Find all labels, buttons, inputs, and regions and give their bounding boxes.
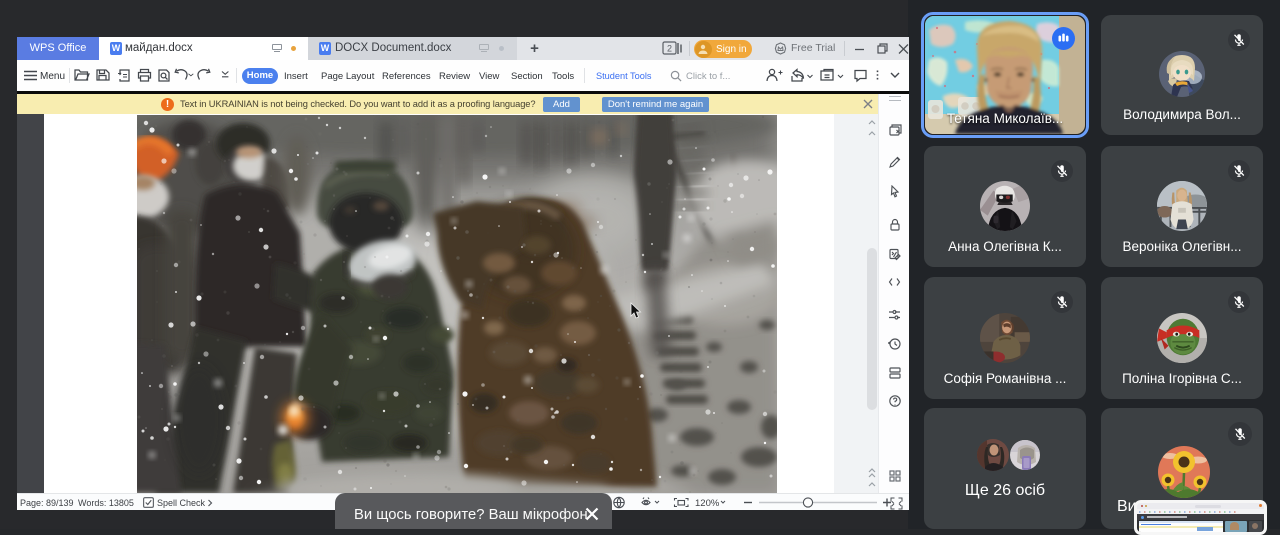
svg-text:120%: 120%: [695, 498, 720, 509]
svg-text:2: 2: [667, 44, 672, 54]
